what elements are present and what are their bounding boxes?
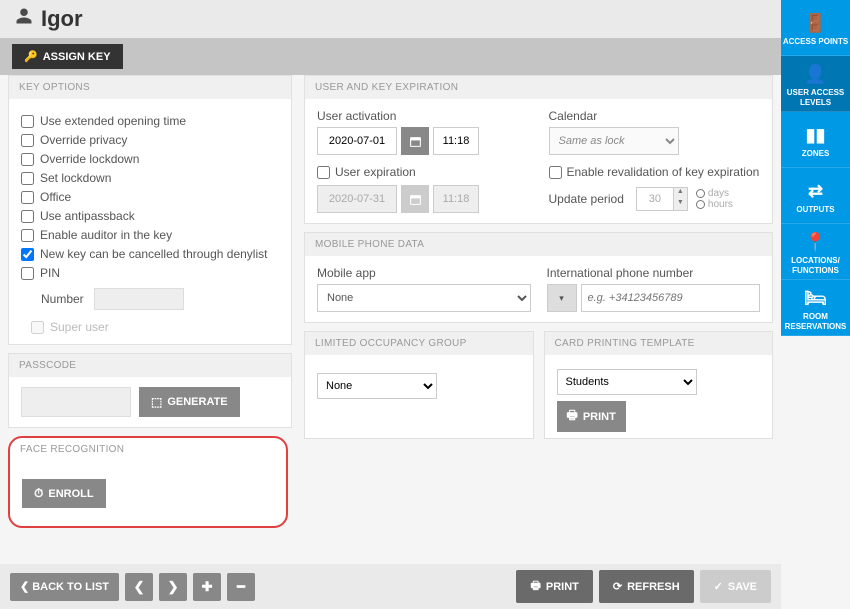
panel-title: FACE RECOGNITION [10,438,286,461]
card-template-panel: CARD PRINTING TEMPLATE Students 🖶 PRINT [544,331,774,439]
update-spinner[interactable]: ▲▼ [674,187,688,211]
mobile-app-select[interactable]: None [317,284,531,312]
panel-title: CARD PRINTING TEMPLATE [545,332,773,355]
main-content: KEY OPTIONS Use extended opening time Ov… [0,75,781,550]
set-lockdown-checkbox[interactable]: Set lockdown [21,171,279,185]
remove-button[interactable]: ━ [227,573,255,601]
key-icon: 🔑 [24,50,38,63]
right-sidebar: 🚪ACCESS POINTS 👤USER ACCESS LEVELS ▮▮ZON… [781,0,850,336]
panel-title: LIMITED OCCUPANCY GROUP [305,332,533,355]
phone-input[interactable] [581,284,761,312]
back-to-list-button[interactable]: ❮BACK TO LIST [10,573,119,601]
print-template-button[interactable]: 🖶 PRINT [557,401,626,432]
sidebar-access-points[interactable]: 🚪ACCESS POINTS [781,0,850,56]
user-icon [15,7,33,31]
occupancy-select[interactable]: None [317,373,437,399]
key-options-panel: KEY OPTIONS Use extended opening time Ov… [8,75,292,345]
generate-button[interactable]: ⬚ GENERATE [139,387,240,417]
add-button[interactable]: ✚ [193,573,221,601]
update-period-input[interactable] [636,187,674,211]
expiration-time-input [433,185,479,213]
extended-opening-checkbox[interactable]: Use extended opening time [21,114,279,128]
toolbar: 🔑 ASSIGN KEY [0,38,781,75]
refresh-icon: ⟳ [613,580,622,593]
outputs-icon: ⇄ [808,181,823,202]
print-icon: 🖶 [567,406,578,427]
panel-title: USER AND KEY EXPIRATION [305,76,772,99]
auditor-checkbox[interactable]: Enable auditor in the key [21,228,279,242]
number-input[interactable] [94,288,184,310]
country-flag-select[interactable]: ▾ [547,284,577,312]
revalidation-checkbox[interactable]: Enable revalidation of key expiration [549,165,761,179]
update-period-label: Update period [549,192,624,206]
sidebar-user-access[interactable]: 👤USER ACCESS LEVELS [781,56,850,112]
number-label: Number [41,292,84,306]
hours-radio[interactable] [696,200,705,209]
panel-title: PASSCODE [9,354,291,377]
locations-icon: 📍 [804,232,826,253]
office-checkbox[interactable]: Office [21,190,279,204]
page-header: Igor [0,0,781,38]
denylist-checkbox[interactable]: New key can be cancelled through denylis… [21,247,279,261]
next-button[interactable]: ❯ [159,573,187,601]
panel-title: MOBILE PHONE DATA [305,233,772,256]
super-user-checkbox: Super user [31,320,279,334]
print-icon: 🖶 [530,577,540,596]
activation-date-input[interactable] [317,127,397,155]
override-lockdown-checkbox[interactable]: Override lockdown [21,152,279,166]
passcode-panel: PASSCODE ⬚ GENERATE [8,353,292,428]
template-select[interactable]: Students [557,369,697,395]
enroll-button[interactable]: ⏱ ENROLL [22,479,106,508]
face-recognition-panel: FACE RECOGNITION ⏱ ENROLL [8,436,288,528]
sidebar-outputs[interactable]: ⇄OUTPUTS [781,168,850,224]
assign-key-button[interactable]: 🔑 ASSIGN KEY [12,44,123,69]
calendar-select[interactable]: Same as lock [549,127,679,155]
refresh-button[interactable]: ⟳REFRESH [599,570,694,603]
chevron-left-icon: ❮ [20,580,29,593]
sidebar-locations[interactable]: 📍LOCATIONS/ FUNCTIONS [781,224,850,280]
enroll-icon: ⏱ [34,486,43,501]
activation-calendar-button[interactable] [401,127,429,155]
phone-label: International phone number [547,266,761,280]
save-button: ✓SAVE [700,570,771,603]
user-icon: 👤 [804,64,826,85]
expiration-calendar-button [401,185,429,213]
footer-bar: ❮BACK TO LIST ❮ ❯ ✚ ━ 🖶PRINT ⟳REFRESH ✓S… [0,564,781,609]
days-radio[interactable] [696,189,705,198]
page-title: Igor [41,6,83,32]
expiration-date-input [317,185,397,213]
door-icon: 🚪 [804,13,826,34]
override-privacy-checkbox[interactable]: Override privacy [21,133,279,147]
check-icon: ✓ [714,580,723,593]
pin-checkbox[interactable]: PIN [21,266,279,280]
zones-icon: ▮▮ [806,125,826,146]
user-activation-label: User activation [317,109,529,123]
mobile-app-label: Mobile app [317,266,531,280]
sidebar-zones[interactable]: ▮▮ZONES [781,112,850,168]
antipassback-checkbox[interactable]: Use antipassback [21,209,279,223]
calendar-label: Calendar [549,109,761,123]
expiration-panel: USER AND KEY EXPIRATION User activation … [304,75,773,224]
limited-occupancy-panel: LIMITED OCCUPANCY GROUP None [304,331,534,439]
print-button[interactable]: 🖶PRINT [516,570,592,603]
activation-time-input[interactable] [433,127,479,155]
sidebar-reservations[interactable]: 🛏ROOM RESERVATIONS [781,280,850,336]
passcode-input[interactable] [21,387,131,417]
bed-icon: 🛏 [804,288,827,309]
generate-icon: ⬚ [151,395,162,409]
prev-button[interactable]: ❮ [125,573,153,601]
panel-title: KEY OPTIONS [9,76,291,99]
mobile-phone-panel: MOBILE PHONE DATA Mobile app None Intern… [304,232,773,323]
user-expiration-checkbox[interactable]: User expiration [317,165,529,179]
